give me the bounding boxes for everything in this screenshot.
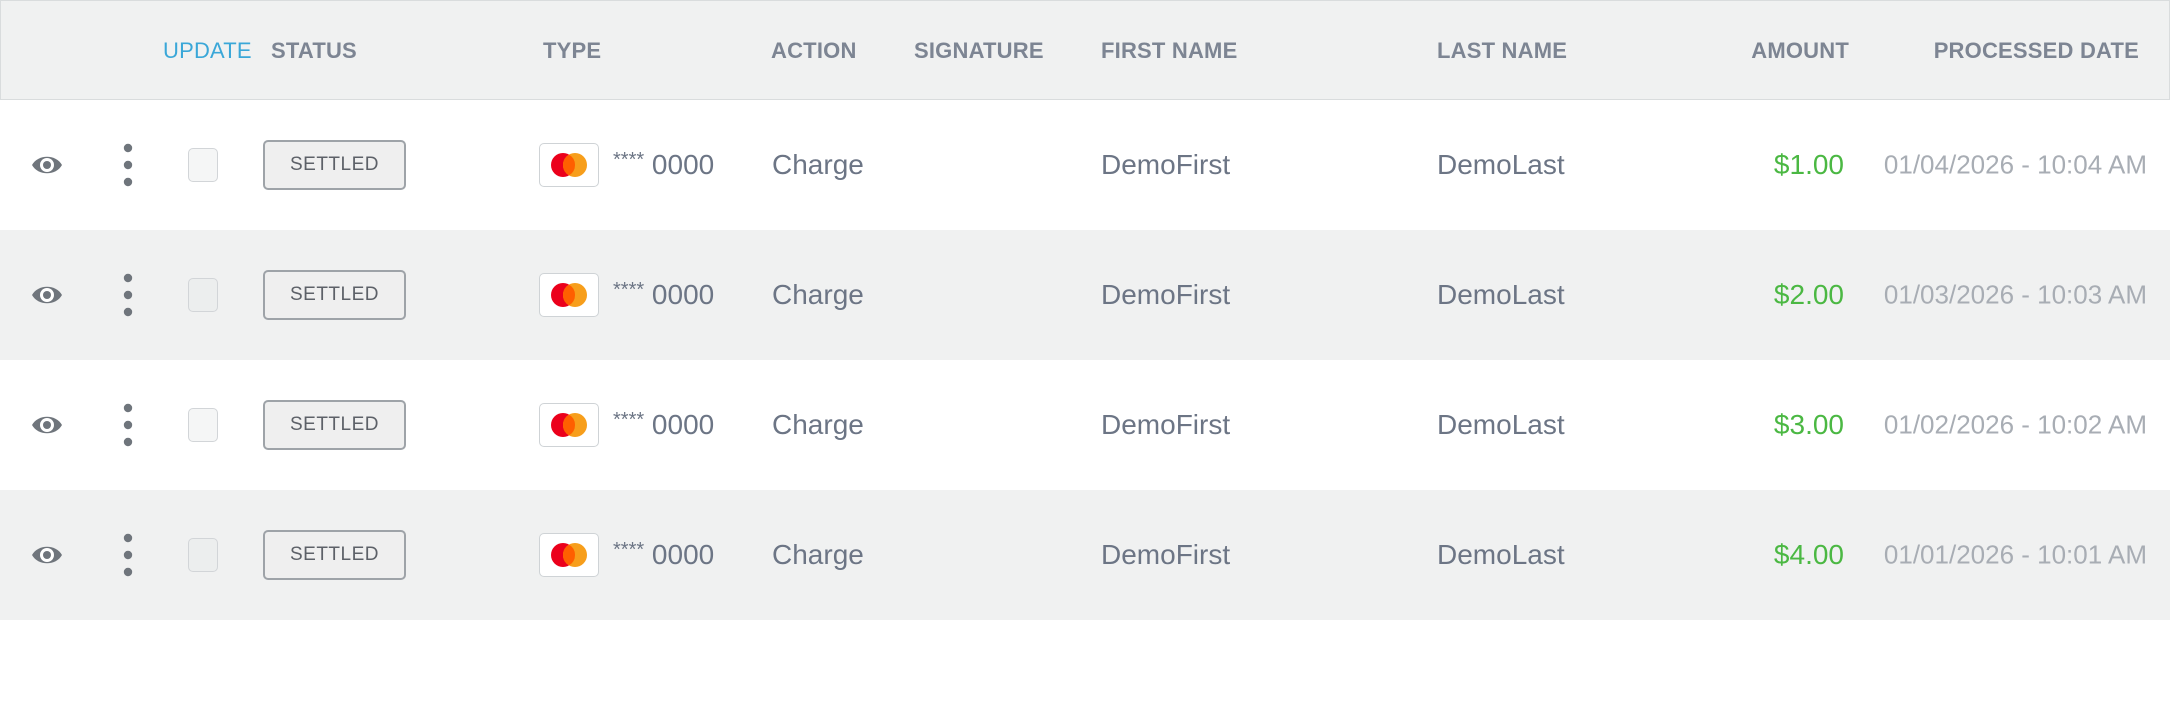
table-row: SETTLED **** 0000 Charge DemoFirst DemoL… xyxy=(0,490,2170,620)
card-number: **** 0000 xyxy=(613,279,714,311)
card-last4: 0000 xyxy=(651,149,715,180)
mastercard-icon xyxy=(539,533,599,577)
signature-column-header[interactable]: SIGNATURE xyxy=(914,1,1044,101)
kebab-menu-icon[interactable] xyxy=(123,273,133,317)
update-checkbox[interactable] xyxy=(188,538,218,572)
mastercard-icon xyxy=(539,273,599,317)
status-badge: SETTLED xyxy=(263,400,406,450)
amount-cell: $2.00 xyxy=(1773,279,1844,310)
first-name-cell: DemoFirst xyxy=(1101,279,1231,310)
card-number: **** 0000 xyxy=(613,539,714,571)
processed-date-cell: 01/01/2026 - 10:01 AM xyxy=(1883,539,2147,570)
card-last4: 0000 xyxy=(651,409,715,440)
update-checkbox[interactable] xyxy=(188,278,218,312)
amount-cell: $4.00 xyxy=(1773,539,1844,570)
status-badge: SETTLED xyxy=(263,530,406,580)
update-column-header[interactable]: UPDATE xyxy=(163,1,252,101)
action-column-header[interactable]: ACTION xyxy=(771,1,857,101)
card-last4: 0000 xyxy=(651,539,715,570)
last-name-cell: DemoLast xyxy=(1437,279,1565,310)
first-name-cell: DemoFirst xyxy=(1101,149,1231,180)
first-name-column-header[interactable]: FIRST NAME xyxy=(1101,1,1237,101)
last-name-cell: DemoLast xyxy=(1437,149,1565,180)
table-row: SETTLED **** 0000 Charge DemoFirst DemoL… xyxy=(0,230,2170,360)
table-body: SETTLED **** 0000 Charge DemoFirst DemoL… xyxy=(0,100,2170,620)
last-name-column-header[interactable]: LAST NAME xyxy=(1437,1,1567,101)
amount-cell: $3.00 xyxy=(1773,409,1844,440)
action-cell: Charge xyxy=(772,149,864,180)
last-name-cell: DemoLast xyxy=(1437,539,1565,570)
amount-column-header[interactable]: AMOUNT xyxy=(1751,1,1849,101)
update-checkbox[interactable] xyxy=(188,148,218,182)
first-name-cell: DemoFirst xyxy=(1101,409,1231,440)
action-cell: Charge xyxy=(772,409,864,440)
card-last4: 0000 xyxy=(651,279,715,310)
card-number: **** 0000 xyxy=(613,409,714,441)
table-row: SETTLED **** 0000 Charge DemoFirst DemoL… xyxy=(0,360,2170,490)
update-checkbox[interactable] xyxy=(188,408,218,442)
action-cell: Charge xyxy=(772,539,864,570)
last-name-cell: DemoLast xyxy=(1437,409,1565,440)
processed-date-column-header[interactable]: PROCESSED DATE xyxy=(1934,1,2139,101)
eye-icon[interactable] xyxy=(30,280,64,310)
mastercard-icon xyxy=(539,143,599,187)
processed-date-cell: 01/02/2026 - 10:02 AM xyxy=(1883,409,2147,440)
kebab-menu-icon[interactable] xyxy=(123,143,133,187)
card-mask: **** xyxy=(613,539,645,561)
table-row: SETTLED **** 0000 Charge DemoFirst DemoL… xyxy=(0,100,2170,230)
kebab-menu-icon[interactable] xyxy=(123,403,133,447)
eye-icon[interactable] xyxy=(30,410,64,440)
mastercard-icon xyxy=(539,403,599,447)
first-name-cell: DemoFirst xyxy=(1101,539,1231,570)
card-mask: **** xyxy=(613,149,645,171)
type-column-header[interactable]: TYPE xyxy=(543,1,601,101)
table-header: UPDATE STATUS TYPE ACTION SIGNATURE FIRS… xyxy=(0,0,2170,100)
status-badge: SETTLED xyxy=(263,270,406,320)
eye-icon[interactable] xyxy=(30,150,64,180)
processed-date-cell: 01/04/2026 - 10:04 AM xyxy=(1883,149,2147,180)
action-cell: Charge xyxy=(772,279,864,310)
transactions-table: UPDATE STATUS TYPE ACTION SIGNATURE FIRS… xyxy=(0,0,2170,620)
status-badge: SETTLED xyxy=(263,140,406,190)
card-mask: **** xyxy=(613,409,645,431)
status-column-header[interactable]: STATUS xyxy=(271,1,357,101)
eye-icon[interactable] xyxy=(30,540,64,570)
processed-date-cell: 01/03/2026 - 10:03 AM xyxy=(1883,279,2147,310)
kebab-menu-icon[interactable] xyxy=(123,533,133,577)
card-number: **** 0000 xyxy=(613,149,714,181)
amount-cell: $1.00 xyxy=(1773,149,1844,180)
card-mask: **** xyxy=(613,279,645,301)
